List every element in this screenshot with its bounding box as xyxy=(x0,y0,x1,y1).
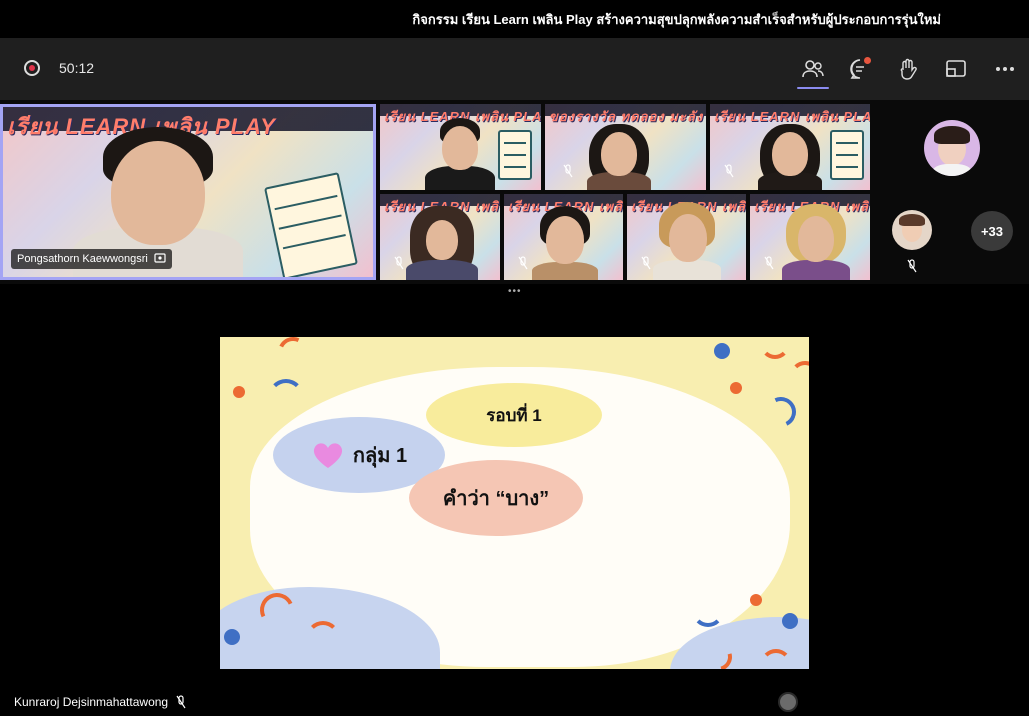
participant-tile[interactable]: ของรางวัล ทดลอง มะลัง xyxy=(545,104,706,190)
confetti-arc xyxy=(760,337,790,359)
people-active-indicator xyxy=(797,87,829,89)
checklist-graphic xyxy=(498,130,532,180)
round-label: รอบที่ 1 xyxy=(426,383,602,447)
muted-icon xyxy=(903,257,921,275)
participant-video xyxy=(402,204,482,280)
group-label: กลุ่ม 1 xyxy=(352,445,408,467)
record-icon xyxy=(24,60,40,76)
participant-tile-main[interactable]: เรียน LEARN เพลิน PLAY Pongsathorn Kaeww… xyxy=(0,104,376,280)
people-icon xyxy=(802,60,824,78)
participant-tile[interactable]: เรียน LEARN เพลิน PLAY xyxy=(380,194,500,280)
participant-gallery: เรียน LEARN เพลิน PLAY Pongsathorn Kaeww… xyxy=(0,100,1029,284)
chat-button[interactable] xyxy=(843,52,877,86)
participant-name-tag: Pongsathorn Kaewwongsri xyxy=(11,249,172,269)
participant-video xyxy=(649,202,725,280)
participant-name: Pongsathorn Kaewwongsri xyxy=(17,253,148,265)
confetti-dot xyxy=(730,382,742,394)
muted-icon xyxy=(390,254,408,272)
more-participants-badge[interactable]: +33 xyxy=(971,211,1013,251)
participant-tile[interactable]: เรียน LEARN เพลิน PLAY xyxy=(380,104,541,190)
title-bar: กิจกรรม เรียน Learn เพลิน Play สร้างความ… xyxy=(0,0,1029,38)
confetti-arc xyxy=(273,337,313,372)
share-screen-icon xyxy=(946,60,966,77)
confetti-arc xyxy=(761,392,801,432)
confetti-arc xyxy=(790,361,809,391)
participant-video xyxy=(778,204,854,280)
word-label: คำว่า “บาง” xyxy=(409,460,583,536)
participant-video xyxy=(579,120,659,190)
confetti-dot xyxy=(714,343,730,359)
muted-icon xyxy=(637,254,655,272)
confetti-dot xyxy=(750,594,762,606)
participant-tile[interactable]: เรียน LEARN เพลิน PLAY xyxy=(710,104,870,190)
participant-tile[interactable]: เรียน LEARN เพลิน PLAY xyxy=(750,194,870,280)
people-button[interactable] xyxy=(796,52,830,86)
confetti-dot xyxy=(782,613,798,629)
muted-icon xyxy=(760,254,778,272)
screen-share-indicator-icon xyxy=(154,253,166,263)
confetti-arc xyxy=(306,621,340,655)
participant-tile[interactable]: เรียน LEARN เพลิน PLAY xyxy=(504,194,623,280)
confetti-arc xyxy=(268,379,304,415)
muted-icon xyxy=(720,162,738,180)
share-screen-button[interactable] xyxy=(939,52,973,86)
participant-avatar[interactable] xyxy=(892,210,932,250)
meeting-title: กิจกรรม เรียน Learn เพลิน Play สร้างความ… xyxy=(412,12,941,27)
confetti-dot xyxy=(233,386,245,398)
chat-notification-dot xyxy=(864,57,871,64)
checklist-graphic xyxy=(830,130,864,180)
participant-video xyxy=(528,206,602,280)
participant-avatar[interactable] xyxy=(924,120,980,176)
more-options-button[interactable] xyxy=(988,52,1022,86)
participant-video xyxy=(420,118,500,190)
presenter-name-tag: Kunraroj Dejsinmahattawong xyxy=(14,695,186,709)
raise-hand-icon xyxy=(900,58,917,80)
meeting-timer: 50:12 xyxy=(59,60,95,76)
confetti-dot xyxy=(224,629,240,645)
gallery-resize-handle[interactable]: ••• xyxy=(508,286,522,297)
meeting-toolbar: 50:12 xyxy=(0,38,1029,100)
shared-slide: รอบที่ 1 กลุ่ม 1 คำว่า “บาง” xyxy=(220,337,809,669)
heart-icon xyxy=(313,443,342,468)
muted-icon xyxy=(176,695,186,709)
participant-video xyxy=(750,122,830,190)
participant-tile[interactable]: เรียน LEARN เพลิน PLAY xyxy=(627,194,746,280)
more-options-icon xyxy=(996,67,1014,71)
raise-hand-button[interactable] xyxy=(891,52,925,86)
muted-icon xyxy=(514,254,532,272)
presenter-avatar xyxy=(778,692,798,712)
muted-icon xyxy=(559,162,577,180)
presenter-name: Kunraroj Dejsinmahattawong xyxy=(14,695,169,709)
confetti-arc xyxy=(692,595,724,627)
